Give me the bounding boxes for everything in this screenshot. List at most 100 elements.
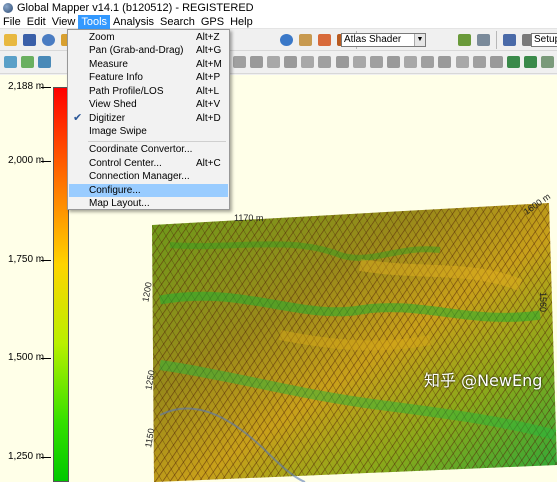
vertex-icon <box>284 56 298 68</box>
menu-item-label: Image Swipe <box>89 126 147 137</box>
vertex-tool-13-button[interactable] <box>403 53 419 71</box>
menu-item-label: Path Profile/LOS <box>89 86 164 97</box>
shader-settings-button[interactable] <box>456 31 474 49</box>
elevation-tick <box>41 87 51 88</box>
menu-item-label: Configure... <box>89 185 141 196</box>
vertex-tool-9-button[interactable] <box>334 53 350 71</box>
vertex-tool-12-button[interactable] <box>385 53 401 71</box>
setup-button[interactable]: Setup R <box>531 33 557 47</box>
menu-item-measure[interactable]: Measure Alt+M <box>69 58 228 71</box>
split-tool-button[interactable] <box>523 53 539 71</box>
menu-item-pan[interactable]: Pan (Grab-and-Drag) Alt+G <box>69 44 228 57</box>
vertex-tool-8-button[interactable] <box>317 53 333 71</box>
app-globe-icon <box>3 2 13 13</box>
menu-item-shortcut: Alt+G <box>196 45 222 56</box>
menu-analysis[interactable]: Analysis <box>110 15 157 29</box>
menu-item-label: Feature Info <box>89 72 143 83</box>
digitize-area-button[interactable] <box>19 53 35 71</box>
floppy-icon <box>23 33 37 46</box>
vertex-tool-16-button[interactable] <box>454 53 470 71</box>
vertex-icon <box>249 56 263 68</box>
pick-icon <box>502 33 516 46</box>
shader-options-button[interactable] <box>316 31 334 49</box>
search-globe-button[interactable] <box>278 31 296 49</box>
shader-select-value: Atlas Shader <box>344 34 402 45</box>
feature-tool-button[interactable] <box>540 53 556 71</box>
menu-edit[interactable]: Edit <box>24 15 49 29</box>
vertex-tool-3-button[interactable] <box>231 53 247 71</box>
menu-item-path-profile[interactable]: Path Profile/LOS Alt+L <box>69 85 228 98</box>
menu-item-shortcut: Alt+C <box>196 158 221 169</box>
menu-item-view-shed[interactable]: View Shed Alt+V <box>69 98 228 111</box>
shader-icon <box>318 33 332 46</box>
globe-button[interactable] <box>40 31 58 49</box>
vertex-icon <box>489 56 503 68</box>
vertex-tool-4-button[interactable] <box>248 53 264 71</box>
image-button[interactable] <box>297 31 315 49</box>
menu-help[interactable]: Help <box>227 15 256 29</box>
vertex-icon <box>352 56 366 68</box>
menu-item-label: Control Center... <box>89 158 162 169</box>
menu-gps[interactable]: GPS <box>198 15 227 29</box>
digitize-line-button[interactable] <box>2 53 18 71</box>
elevation-tick <box>41 457 51 458</box>
contrast-icon <box>477 33 491 46</box>
menu-item-coordinate-convertor[interactable]: Coordinate Convertor... <box>69 143 228 156</box>
vertex-icon <box>438 56 452 68</box>
menu-file[interactable]: File <box>0 15 24 29</box>
menu-search[interactable]: Search <box>157 15 198 29</box>
chevron-down-icon: ▼ <box>414 34 425 46</box>
pick-button[interactable] <box>500 31 518 49</box>
vertex-icon <box>455 56 469 68</box>
menu-item-control-center[interactable]: Control Center... Alt+C <box>69 157 228 170</box>
watermark-text: 知乎 @NewEng <box>424 371 543 390</box>
contrast-button[interactable] <box>475 31 493 49</box>
vertex-icon <box>421 56 435 68</box>
feature-icon <box>541 56 555 68</box>
elevation-label-1250: 1,250 m <box>8 451 45 462</box>
open-folder-button[interactable] <box>2 31 20 49</box>
menu-item-connection-manager[interactable]: Connection Manager... <box>69 170 228 183</box>
menu-tools[interactable]: Tools <box>78 14 111 29</box>
vertex-icon <box>318 56 332 68</box>
save-button[interactable] <box>21 31 39 49</box>
vertex-tool-11-button[interactable] <box>368 53 384 71</box>
vertex-tool-17-button[interactable] <box>471 53 487 71</box>
menu-item-label: View Shed <box>89 99 137 110</box>
vertex-icon <box>387 56 400 68</box>
menu-item-label: Zoom <box>89 32 115 43</box>
menu-item-configure[interactable]: Configure... <box>69 184 228 197</box>
title-bar: Global Mapper v14.1 (b120512) - REGISTER… <box>0 0 557 15</box>
menu-item-feature-info[interactable]: Feature Info Alt+P <box>69 71 228 84</box>
vertex-icon <box>472 56 486 68</box>
checkmark-icon: ✔ <box>73 112 83 124</box>
menu-item-label: Digitizer <box>89 113 126 124</box>
menu-item-zoom[interactable]: Zoom Alt+Z <box>69 31 228 44</box>
vertex-icon <box>369 56 383 68</box>
vertex-tool-15-button[interactable] <box>437 53 453 71</box>
snap-tool-button[interactable] <box>506 53 522 71</box>
vertex-icon <box>301 56 315 68</box>
vertex-tool-5-button[interactable] <box>265 53 281 71</box>
menu-item-shortcut: Alt+M <box>196 59 222 70</box>
menu-item-image-swipe[interactable]: Image Swipe <box>69 125 228 138</box>
contour-label: 1170 m <box>234 213 264 223</box>
vertex-tool-6-button[interactable] <box>282 53 298 71</box>
menu-view[interactable]: View <box>49 15 79 29</box>
menu-item-digitizer[interactable]: ✔ Digitizer Alt+D <box>69 112 228 125</box>
vertex-icon <box>404 56 418 68</box>
area-tool-icon <box>20 56 34 68</box>
menu-item-map-layout[interactable]: Map Layout... <box>69 197 228 210</box>
vertex-tool-14-button[interactable] <box>420 53 436 71</box>
shader-select[interactable]: Atlas Shader ▼ <box>341 33 426 47</box>
elevation-label-max: 2,188 m <box>8 81 45 92</box>
menu-item-label: Map Layout... <box>89 198 150 209</box>
contour-label: 1560 <box>538 291 549 313</box>
menu-item-label: Pan (Grab-and-Drag) <box>89 45 184 56</box>
elevation-tick <box>41 161 51 162</box>
vertex-tool-10-button[interactable] <box>351 53 367 71</box>
vertex-tool-7-button[interactable] <box>300 53 316 71</box>
digitize-edit-button[interactable] <box>36 53 52 71</box>
menu-item-shortcut: Alt+V <box>196 99 221 110</box>
vertex-tool-18-button[interactable] <box>488 53 504 71</box>
